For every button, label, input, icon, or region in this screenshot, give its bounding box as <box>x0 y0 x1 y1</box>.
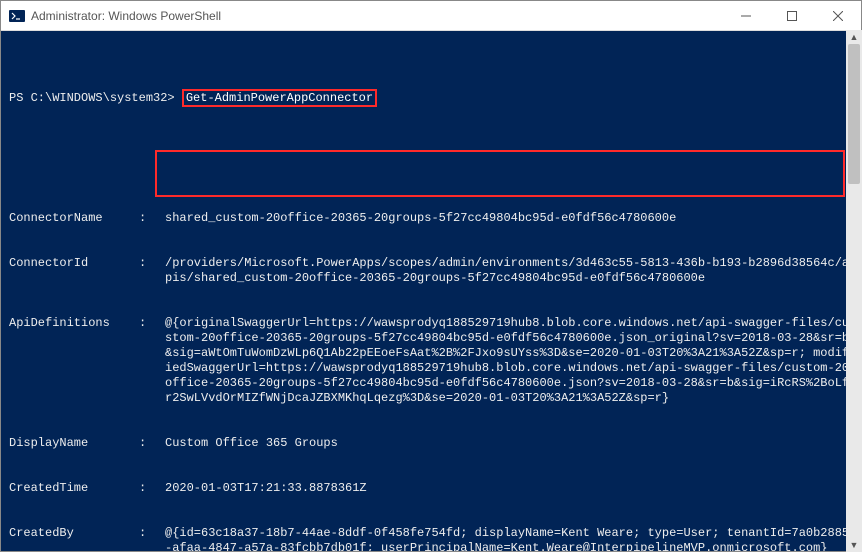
api-definitions-value: @{originalSwaggerUrl=https://wawsprodyq1… <box>165 316 853 406</box>
field-label: CreatedBy <box>9 526 139 551</box>
field-label: ConnectorName <box>9 211 139 226</box>
field-label: ConnectorId <box>9 256 139 286</box>
prompt-line: PS C:\WINDOWS\system32> Get-AdminPowerAp… <box>9 91 853 106</box>
scroll-up-icon[interactable]: ▲ <box>846 30 862 44</box>
powershell-icon <box>9 8 25 24</box>
connector-name-value: shared_custom-20office-20365-20groups-5f… <box>165 211 853 226</box>
display-name-value: Custom Office 365 Groups <box>165 436 853 451</box>
scroll-thumb[interactable] <box>848 44 860 184</box>
window-title: Administrator: Windows PowerShell <box>31 9 221 23</box>
field-label: ApiDefinitions <box>9 316 139 406</box>
prompt: PS C:\WINDOWS\system32> <box>9 91 175 105</box>
terminal-area[interactable]: PS C:\WINDOWS\system32> Get-AdminPowerAp… <box>1 31 861 551</box>
created-time-value: 2020-01-03T17:21:33.8878361Z <box>165 481 853 496</box>
powershell-window: Administrator: Windows PowerShell PS C:\… <box>0 0 862 552</box>
scrollbar[interactable]: ▲ ▼ <box>846 30 862 552</box>
minimize-button[interactable] <box>723 1 769 30</box>
created-by-value: @{id=63c18a37-18b7-44ae-8ddf-0f458fe754f… <box>165 526 853 551</box>
field-label: CreatedTime <box>9 481 139 496</box>
connector-id-value: /providers/Microsoft.PowerApps/scopes/ad… <box>165 256 853 286</box>
maximize-button[interactable] <box>769 1 815 30</box>
scroll-down-icon[interactable]: ▼ <box>846 538 862 552</box>
titlebar[interactable]: Administrator: Windows PowerShell <box>1 1 861 31</box>
close-button[interactable] <box>815 1 861 30</box>
field-label: DisplayName <box>9 436 139 451</box>
output-block: ConnectorName: shared_custom-20office-20… <box>9 181 853 551</box>
command-highlight: Get-AdminPowerAppConnector <box>182 89 377 107</box>
